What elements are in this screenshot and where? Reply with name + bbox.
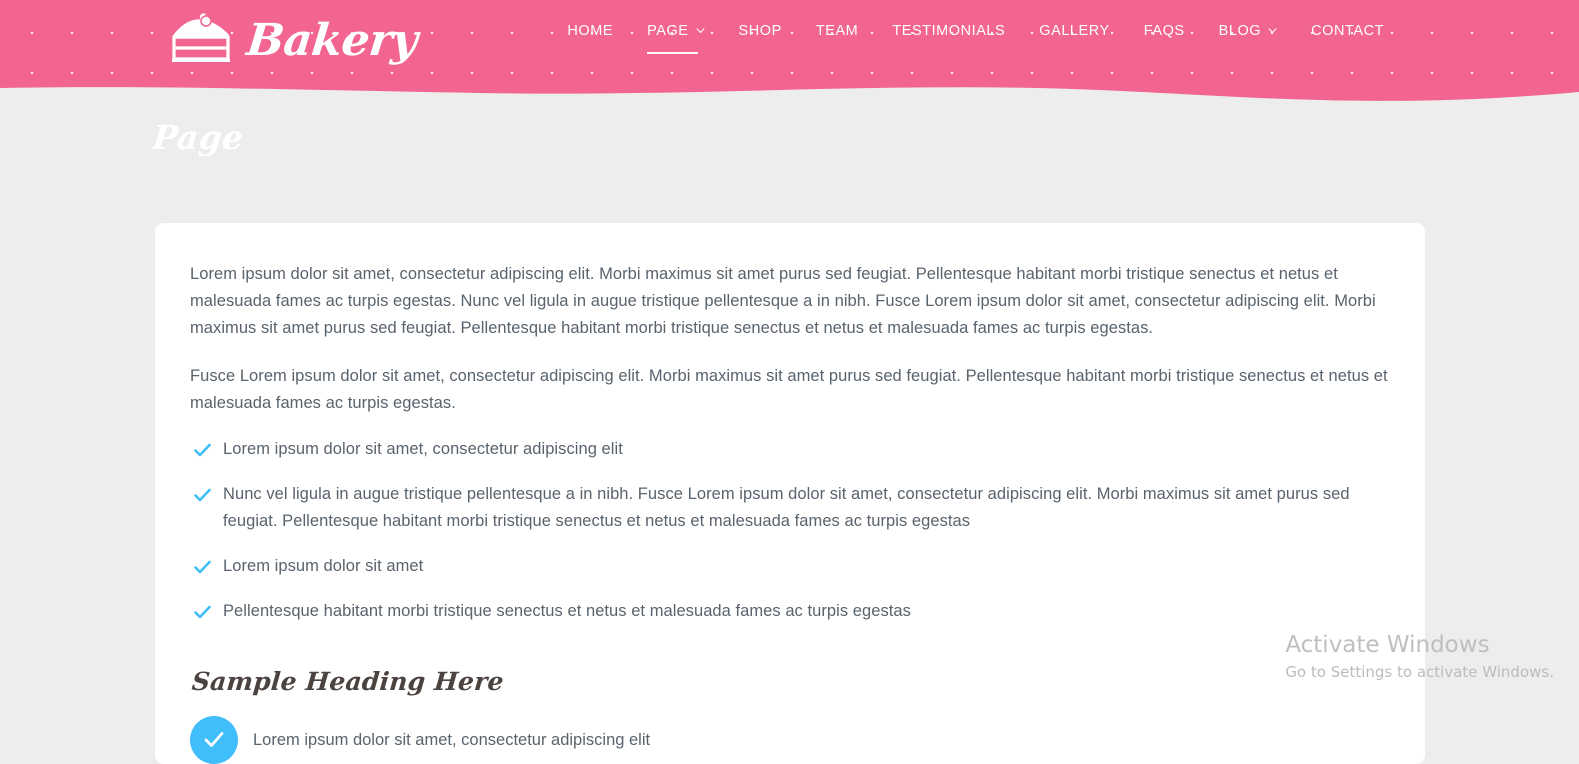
check-circle-icon [190,716,238,764]
site-logo[interactable]: Bakery [166,10,417,72]
list-item-label: Lorem ipsum dolor sit amet, consectetur … [223,436,623,463]
nav-item-testimonials[interactable]: TESTIMONIALS [875,19,1022,43]
nav-label: HOME [567,23,613,39]
nav-item-team[interactable]: TEAM [799,19,875,43]
nav-label: BLOG [1219,23,1262,39]
nav-item-blog[interactable]: BLOG [1202,19,1295,43]
nav-label: PAGE [647,23,688,39]
nav-item-page[interactable]: PAGE [630,19,721,43]
feature-text: Lorem ipsum dolor sit amet, consectetur … [253,716,650,754]
sample-heading: Sample Heading Here [191,669,505,694]
list-item: Pellentesque habitant morbi tristique se… [190,598,1390,625]
body-paragraph-2: Fusce Lorem ipsum dolor sit amet, consec… [190,363,1390,417]
check-icon [194,598,211,621]
page-title: Page [151,121,245,154]
nav-item-shop[interactable]: SHOP [722,19,799,43]
content-card: Lorem ipsum dolor sit amet, consectetur … [155,223,1425,764]
checkmark-list: Lorem ipsum dolor sit amet, consectetur … [190,436,1390,625]
list-item: Nunc vel ligula in augue tristique pelle… [190,481,1390,535]
list-item-label: Pellentesque habitant morbi tristique se… [223,598,911,625]
nav-label: TESTIMONIALS [892,23,1005,39]
cake-slice-icon [166,13,238,69]
logo-text: Bakery [245,19,420,63]
body-paragraph-1: Lorem ipsum dolor sit amet, consectetur … [190,261,1390,342]
check-icon [194,436,211,459]
list-item-label: Lorem ipsum dolor sit amet [223,553,423,580]
chevron-down-icon [1268,28,1277,34]
chevron-down-icon [696,28,705,34]
list-item-label: Nunc vel ligula in augue tristique pelle… [223,481,1390,535]
nav-active-underline [647,52,697,55]
nav-item-gallery[interactable]: GALLERY [1022,19,1126,43]
site-header: Bakery HOME PAGE SHOP TEAM [0,0,1579,118]
main-navigation: HOME PAGE SHOP TEAM TESTIMONIALS [550,19,1401,43]
list-item: Lorem ipsum dolor sit amet, consectetur … [190,436,1390,463]
feature-row: Lorem ipsum dolor sit amet, consectetur … [190,716,1390,764]
list-item: Lorem ipsum dolor sit amet [190,553,1390,580]
nav-item-home[interactable]: HOME [550,19,630,43]
nav-label: GALLERY [1039,23,1109,39]
nav-item-faqs[interactable]: FAQS [1127,19,1202,43]
nav-label: CONTACT [1311,23,1384,39]
check-icon [194,553,211,576]
nav-label: FAQS [1144,23,1185,39]
nav-item-contact[interactable]: CONTACT [1294,19,1401,43]
check-icon [194,481,211,504]
nav-label: TEAM [816,23,858,39]
nav-label: SHOP [739,23,782,39]
